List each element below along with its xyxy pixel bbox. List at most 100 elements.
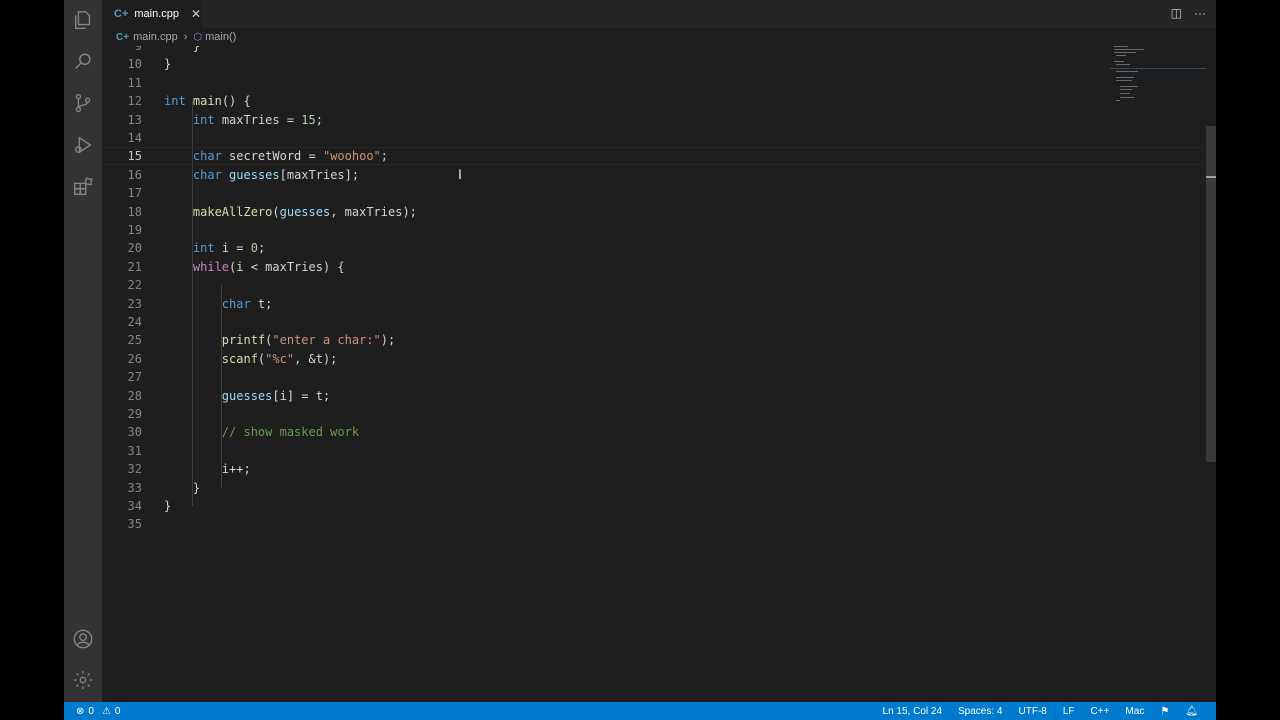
line-code: // show masked work	[221, 425, 360, 440]
tab-main-cpp[interactable]: C+ main.cpp ✕	[102, 0, 202, 28]
line-number: 10	[127, 57, 142, 72]
vscode-window: C+ main.cpp ✕ ◫ ··· C+ main.cpp › ⬡ main…	[64, 0, 1216, 720]
code-line[interactable]: 21 while(i < maxTries) {	[102, 258, 1202, 276]
source-control-icon[interactable]	[71, 91, 95, 115]
code-line[interactable]: 28 guesses[i] = t;	[102, 387, 1202, 405]
breadcrumb-symbol[interactable]: main()	[205, 31, 236, 43]
line-code: while(i < maxTries) {	[192, 259, 345, 274]
explorer-icon[interactable]	[71, 8, 95, 32]
code-editor[interactable]: 9 } 10} 11 12 int main() {13 int maxTries = …	[102, 46, 1216, 702]
code-line[interactable]: 18 makeAllZero(guesses, maxTries);	[102, 203, 1202, 221]
indentation[interactable]: Spaces: 4	[950, 706, 1010, 717]
code-line[interactable]: 20 int i = 0;	[102, 239, 1202, 257]
line-code: makeAllZero(guesses, maxTries);	[192, 204, 417, 219]
c-plus-plus-icon: C+	[116, 31, 130, 43]
code-line[interactable]: 34}	[102, 497, 1202, 515]
line-code: i++;	[164, 462, 251, 477]
search-icon[interactable]	[71, 50, 95, 74]
code-line[interactable]: 11	[102, 74, 1202, 92]
text-cursor-icon: I	[458, 166, 462, 182]
feedback-icon[interactable]: ⚑	[1152, 706, 1177, 717]
line-code: printf("enter a char:");	[221, 333, 396, 348]
editor-actions: ◫ ···	[1171, 6, 1206, 20]
run-debug-icon[interactable]	[71, 133, 95, 157]
code-line[interactable]: 31	[102, 442, 1202, 460]
platform[interactable]: Mac	[1117, 706, 1152, 717]
code-line[interactable]: 23 char t;	[102, 295, 1202, 313]
code-line[interactable]: 12 int main() {	[102, 92, 1202, 110]
line-number: 27	[127, 370, 142, 385]
line-number: 21	[127, 259, 142, 274]
code-line[interactable]: 13 int maxTries = 15;	[102, 111, 1202, 129]
code-line[interactable]: 19	[102, 221, 1202, 239]
line-code: int maxTries = 15;	[192, 112, 323, 127]
line-code: }	[164, 480, 201, 495]
code-line[interactable]: 22	[102, 276, 1202, 294]
split-editor-icon[interactable]: ◫	[1171, 6, 1182, 20]
chevron-right-icon: ›	[183, 31, 188, 43]
line-number: 12	[127, 94, 142, 109]
code-line[interactable]: 17	[102, 184, 1202, 202]
code-line[interactable]: 29	[102, 405, 1202, 423]
code-line[interactable]: 15 char secretWord = "woohoo";	[102, 147, 1202, 165]
line-code: guesses[i] = t;	[221, 388, 331, 403]
warning-icon: ⚠	[101, 705, 111, 717]
breadcrumb: C+ main.cpp › ⬡ main()	[102, 28, 1216, 46]
line-number: 9	[134, 46, 142, 53]
code-line[interactable]: 9 }	[102, 46, 1202, 55]
line-number: 32	[127, 462, 142, 477]
tab-bar: C+ main.cpp ✕ ◫ ···	[102, 0, 1216, 28]
line-code: }	[164, 46, 201, 53]
scrollbar-cursor-marker	[1206, 176, 1216, 178]
code-line[interactable]: 10}	[102, 55, 1202, 73]
code-line[interactable]: 14	[102, 129, 1202, 147]
code-line[interactable]: 33 }	[102, 479, 1202, 497]
line-code: char t;	[221, 296, 273, 311]
status-bar: ⊗ 0 ⚠ 0 Ln 15, Col 24 Spaces: 4 UTF-8 LF…	[64, 702, 1216, 720]
encoding[interactable]: UTF-8	[1011, 706, 1055, 717]
end-of-line[interactable]: LF	[1055, 706, 1083, 717]
code-line[interactable]: 25 printf("enter a char:");	[102, 331, 1202, 349]
code-line[interactable]: 26 scanf("%c", &t);	[102, 350, 1202, 368]
line-number: 13	[127, 112, 142, 127]
line-code: int i = 0;	[192, 241, 266, 256]
line-number: 23	[127, 296, 142, 311]
line-number: 18	[127, 204, 142, 219]
line-code: char secretWord = "woohoo";	[192, 149, 388, 164]
line-number: 16	[127, 167, 142, 182]
close-icon[interactable]: ✕	[191, 7, 201, 21]
line-code: }	[164, 499, 172, 513]
cursor-position[interactable]: Ln 15, Col 24	[875, 706, 951, 717]
c-plus-plus-icon: C+	[114, 8, 129, 20]
extensions-icon[interactable]	[71, 175, 95, 199]
line-number: 19	[127, 223, 142, 237]
code-line[interactable]: 32 i++;	[102, 460, 1202, 478]
breadcrumb-file[interactable]: main.cpp	[133, 31, 178, 43]
error-count: 0	[88, 705, 94, 717]
problems-indicator[interactable]: ⊗ 0 ⚠ 0	[76, 706, 120, 717]
code-line[interactable]: 30 // show masked work	[102, 423, 1202, 441]
line-number: 25	[127, 333, 142, 348]
line-number: 14	[127, 131, 142, 145]
more-actions-icon[interactable]: ···	[1194, 6, 1206, 20]
line-code: scanf("%c", &t);	[221, 351, 338, 366]
error-icon: ⊗	[76, 705, 85, 717]
account-icon[interactable]	[71, 627, 95, 651]
line-number: 29	[127, 407, 142, 421]
minimap[interactable]	[1110, 46, 1206, 106]
language-mode[interactable]: C++	[1083, 706, 1118, 717]
line-number: 15	[127, 149, 142, 164]
line-code: int main() {	[164, 94, 251, 109]
notifications-bell-icon[interactable]: 🔔︎	[1177, 706, 1206, 717]
code-line[interactable]: 24	[102, 313, 1202, 331]
symbol-method-icon: ⬡	[193, 31, 203, 43]
line-code: }	[164, 57, 172, 72]
line-number: 17	[127, 186, 142, 201]
line-number: 31	[127, 443, 142, 458]
line-number: 28	[127, 388, 142, 403]
code-line[interactable]: 35	[102, 515, 1202, 533]
code-line[interactable]: 16 char guesses[maxTries];	[102, 166, 1202, 184]
code-line[interactable]: 27	[102, 368, 1202, 386]
line-number: 24	[127, 315, 142, 329]
manage-gear-icon[interactable]	[71, 668, 95, 692]
